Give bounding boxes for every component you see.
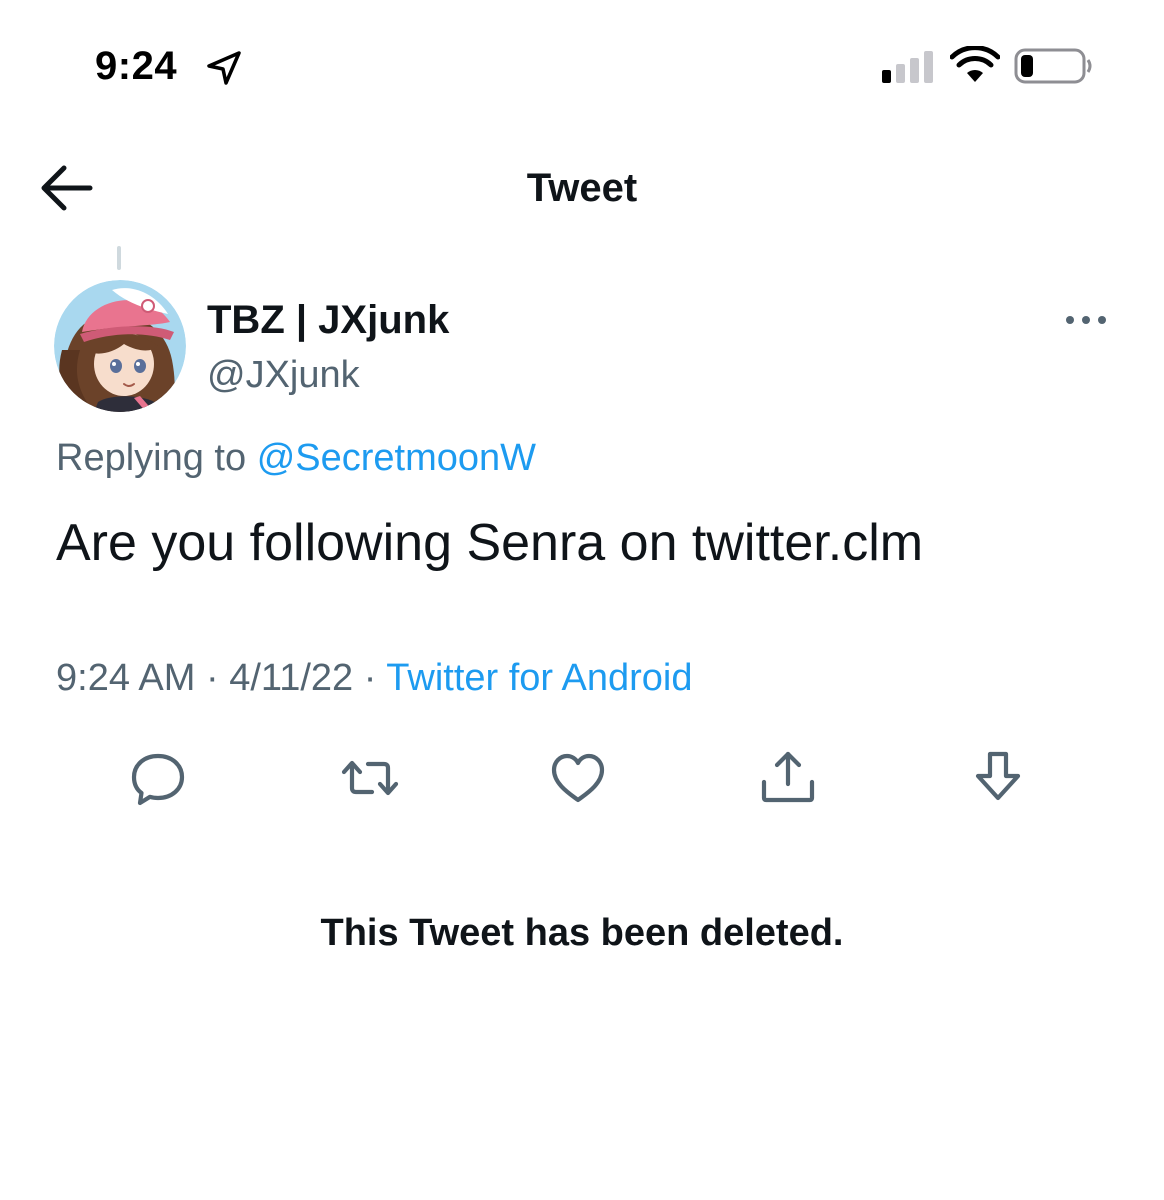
cellular-signal-icon xyxy=(882,51,933,83)
battery-icon xyxy=(1014,48,1092,84)
avatar-illustration xyxy=(54,280,186,412)
ellipsis-icon[interactable] xyxy=(1060,306,1112,334)
meta-separator: · xyxy=(363,657,377,699)
reply-button[interactable] xyxy=(128,748,188,808)
replying-to-line: Replying to @SecretmoonW xyxy=(56,432,536,484)
retweet-icon xyxy=(341,760,399,796)
display-name[interactable]: TBZ | JXjunk xyxy=(207,292,449,348)
tweet-text: Are you following Senra on twitter.clm xyxy=(56,514,924,572)
deleted-tweet-notice: This Tweet has been deleted. xyxy=(320,912,844,954)
share-button[interactable] xyxy=(758,748,818,808)
tweet-source-link[interactable]: Twitter for Android xyxy=(386,657,692,699)
download-button[interactable] xyxy=(968,748,1028,808)
avatar[interactable] xyxy=(54,280,186,412)
user-handle: @JXjunk xyxy=(207,354,360,396)
tweet-time: 9:24 AM xyxy=(56,657,196,699)
retweet-button[interactable] xyxy=(340,748,400,808)
meta-separator: · xyxy=(205,657,219,699)
download-icon xyxy=(975,751,1021,801)
like-icon xyxy=(551,753,605,803)
tweet-date: 4/11/22 xyxy=(229,657,354,699)
status-time: 9:24 xyxy=(95,44,178,88)
wifi-icon xyxy=(950,46,1000,82)
page-title: Tweet xyxy=(526,166,638,210)
like-button[interactable] xyxy=(548,748,608,808)
location-arrow-icon xyxy=(207,51,241,85)
thread-connector-line xyxy=(117,246,121,270)
replying-prefix: Replying to xyxy=(56,437,247,479)
share-icon xyxy=(761,751,815,803)
tweet-metadata: 9:24 AM · 4/11/22 · Twitter for Android xyxy=(56,652,693,704)
replying-to-mention[interactable]: @SecretmoonW xyxy=(257,437,536,479)
reply-icon xyxy=(131,753,185,806)
